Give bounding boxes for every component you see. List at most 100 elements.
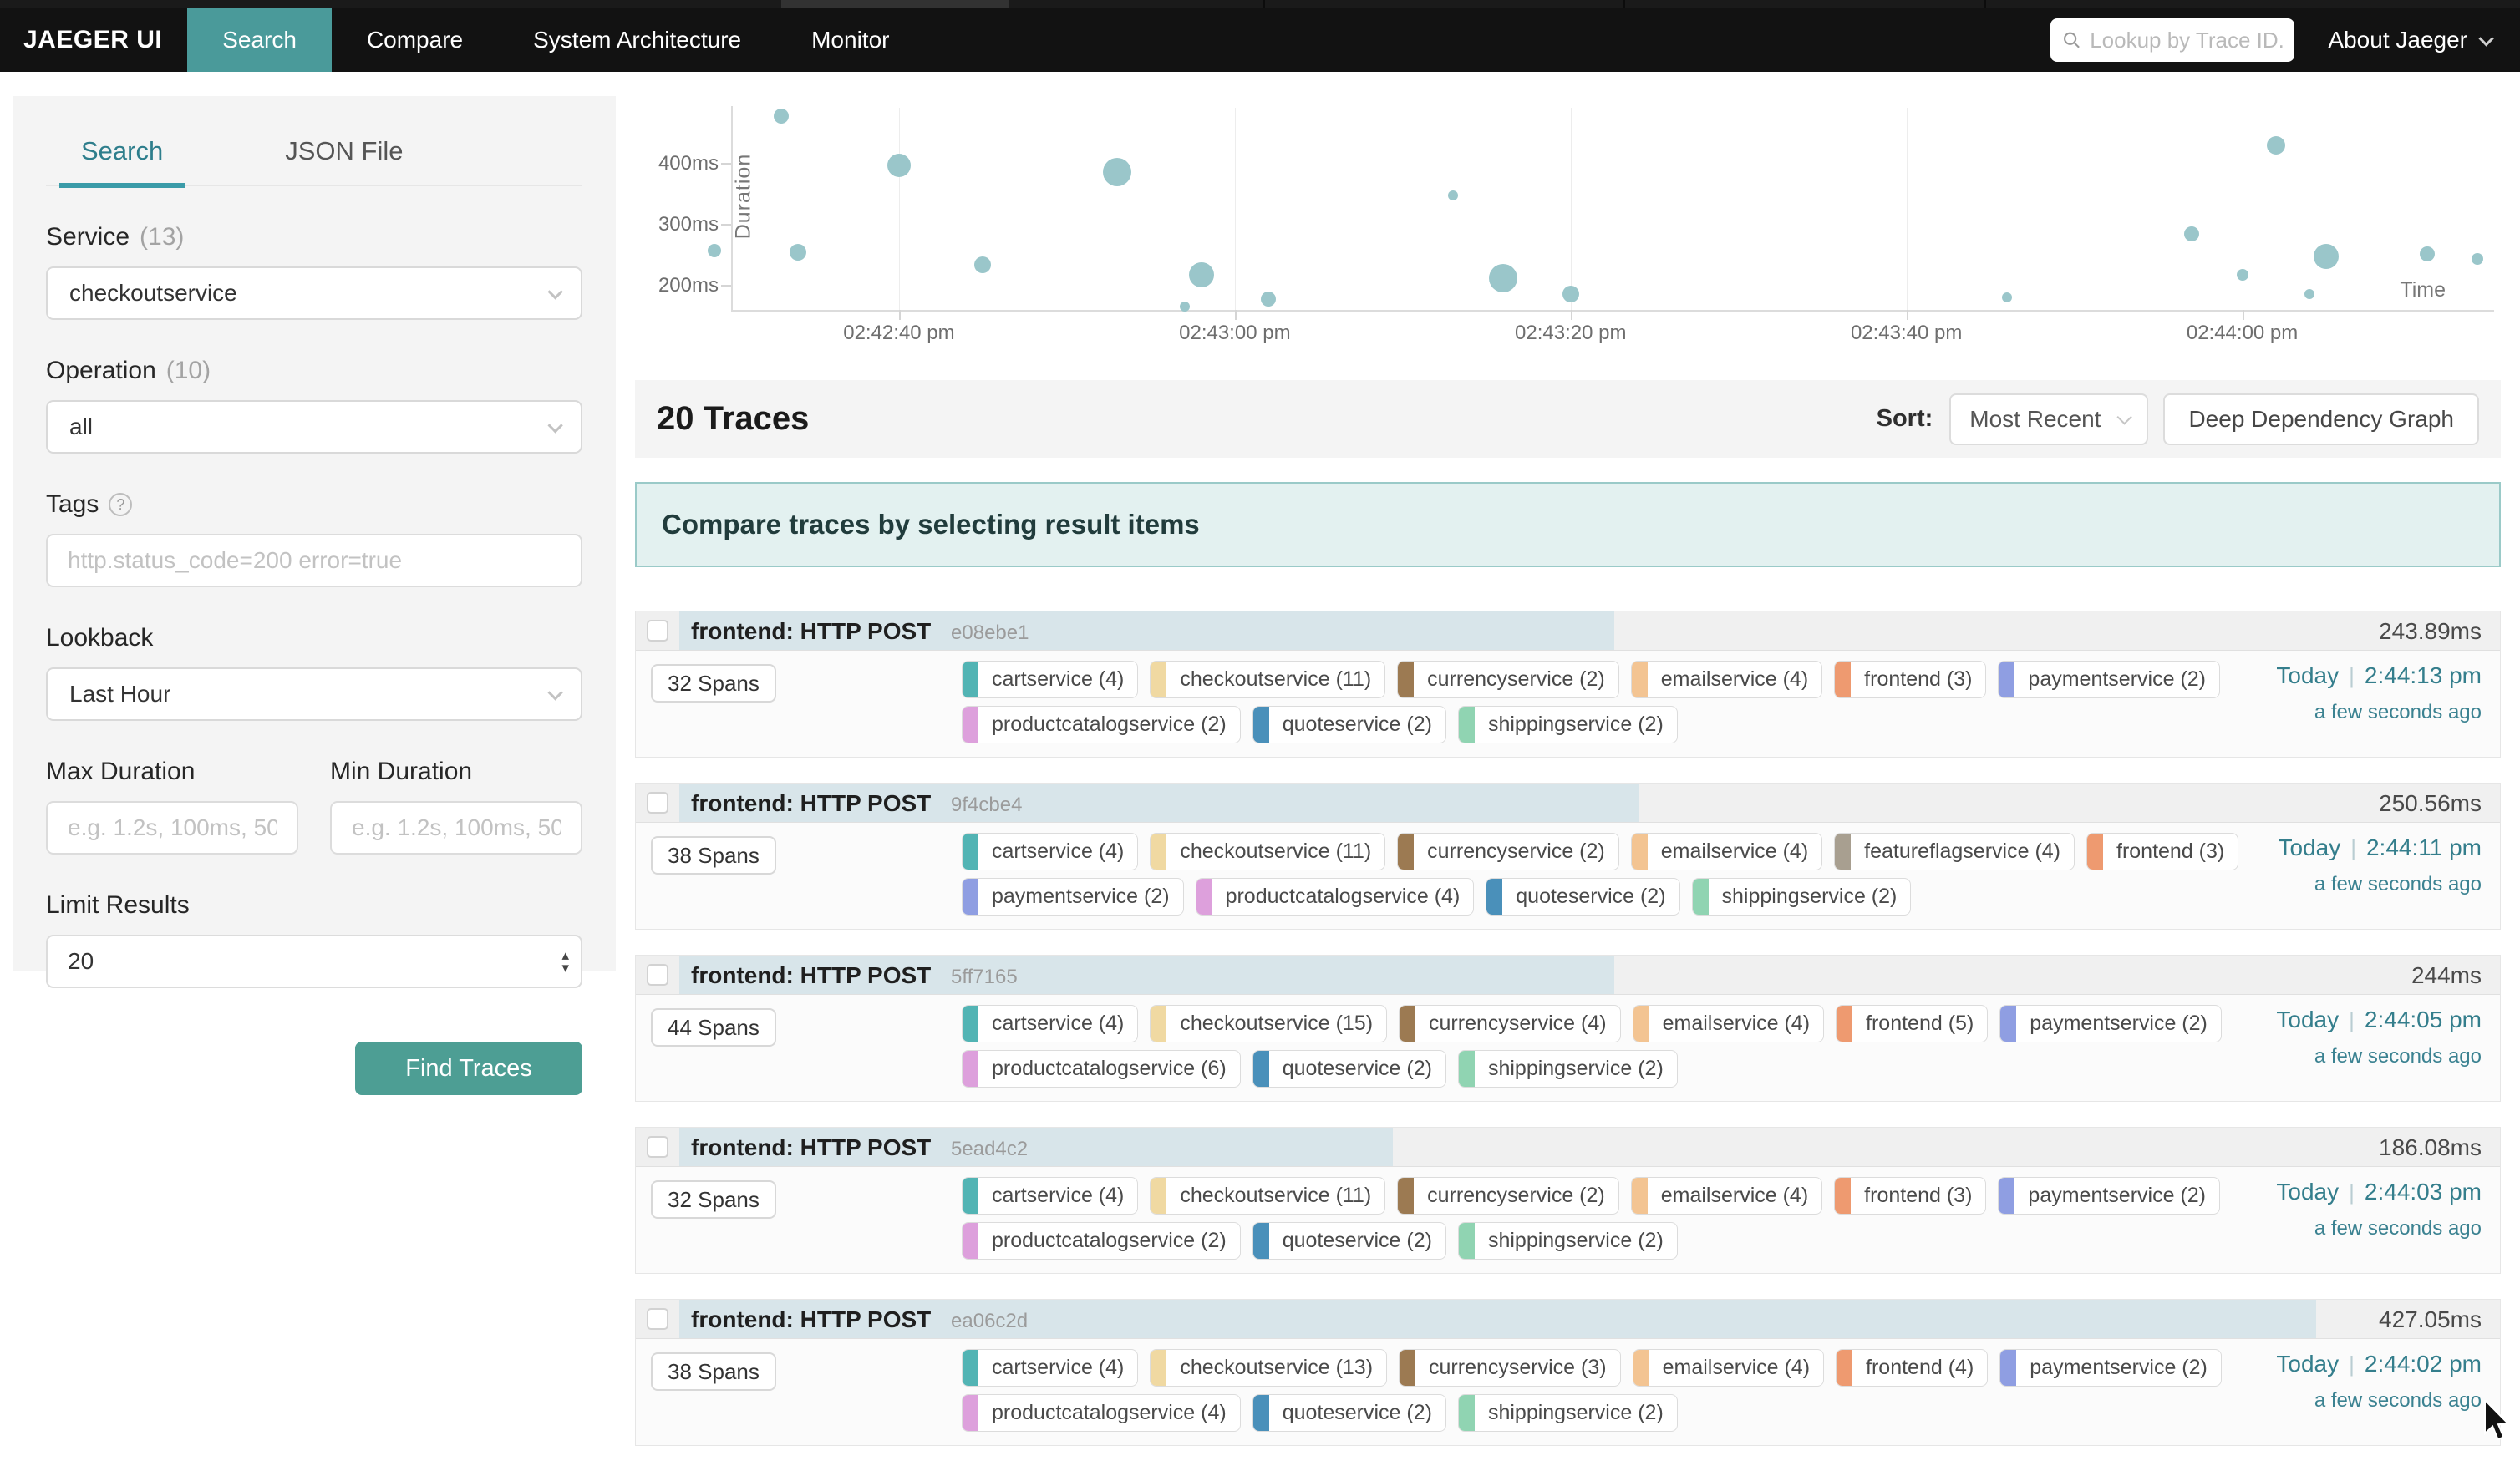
nav-item-monitor[interactable]: Monitor bbox=[776, 8, 924, 72]
trace-title[interactable]: frontend: HTTP POST e08ebe1 bbox=[691, 611, 1029, 652]
trace-scatter-point[interactable] bbox=[2304, 289, 2314, 299]
service-tag[interactable]: quoteservice (2) bbox=[1252, 1394, 1446, 1432]
service-tag[interactable]: currencyservice (3) bbox=[1399, 1349, 1621, 1387]
trace-scatter-point[interactable] bbox=[2420, 246, 2435, 261]
trace-scatter-point[interactable] bbox=[790, 244, 806, 261]
trace-scatter-point[interactable] bbox=[1103, 158, 1131, 186]
service-tag[interactable]: emailservice (4) bbox=[1633, 1349, 1824, 1387]
service-tag[interactable]: productcatalogservice (6) bbox=[962, 1050, 1241, 1088]
help-icon[interactable]: ? bbox=[109, 493, 132, 516]
trace-scatter-point[interactable] bbox=[1489, 264, 1517, 292]
trace-time[interactable]: 2:44:02 pm bbox=[2365, 1351, 2482, 1377]
stepper-down-icon[interactable]: ▾ bbox=[561, 961, 569, 974]
trace-header[interactable]: frontend: HTTP POST ea06c2d 427.05ms bbox=[636, 1300, 2500, 1339]
nav-item-system-architecture[interactable]: System Architecture bbox=[498, 8, 776, 72]
service-tag[interactable]: quoteservice (2) bbox=[1252, 706, 1446, 743]
nav-item-compare[interactable]: Compare bbox=[332, 8, 498, 72]
trace-select-checkbox[interactable] bbox=[647, 792, 668, 814]
service-tag[interactable]: checkoutservice (11) bbox=[1150, 833, 1385, 870]
trace-select-checkbox[interactable] bbox=[647, 620, 668, 642]
trace-result-card[interactable]: frontend: HTTP POST 5ff7165 244ms 44 Spa… bbox=[635, 955, 2501, 1102]
about-jaeger-menu[interactable]: About Jaeger bbox=[2328, 27, 2490, 53]
trace-time[interactable]: 2:44:03 pm bbox=[2365, 1179, 2482, 1205]
trace-date[interactable]: Today bbox=[2276, 1179, 2339, 1205]
service-tag[interactable]: checkoutservice (13) bbox=[1150, 1349, 1387, 1387]
trace-scatter-point[interactable] bbox=[1261, 292, 1276, 307]
trace-time[interactable]: 2:44:11 pm bbox=[2366, 834, 2482, 860]
service-tag[interactable]: cartservice (4) bbox=[962, 661, 1138, 698]
find-traces-button[interactable]: Find Traces bbox=[355, 1042, 582, 1095]
service-tag[interactable]: paymentservice (2) bbox=[1998, 1177, 2220, 1215]
service-tag[interactable]: emailservice (4) bbox=[1631, 661, 1822, 698]
service-tag[interactable]: shippingservice (2) bbox=[1458, 1222, 1678, 1260]
trace-select-checkbox[interactable] bbox=[647, 1308, 668, 1330]
service-tag[interactable]: emailservice (4) bbox=[1631, 1177, 1822, 1215]
service-tag[interactable]: quoteservice (2) bbox=[1252, 1050, 1446, 1088]
service-tag[interactable]: paymentservice (2) bbox=[1999, 1349, 2222, 1387]
min-duration-input[interactable] bbox=[330, 801, 582, 855]
service-tag[interactable]: emailservice (4) bbox=[1631, 833, 1822, 870]
trace-header[interactable]: frontend: HTTP POST 5ead4c2 186.08ms bbox=[636, 1128, 2500, 1167]
trace-scatter-point[interactable] bbox=[2184, 226, 2199, 241]
service-tag[interactable]: shippingservice (2) bbox=[1458, 1394, 1678, 1432]
jaeger-logo[interactable]: JAEGER UI bbox=[0, 8, 187, 72]
service-tag[interactable]: checkoutservice (15) bbox=[1150, 1005, 1387, 1042]
service-tag[interactable]: featureflagservice (4) bbox=[1834, 833, 2075, 870]
trace-date[interactable]: Today bbox=[2276, 1351, 2339, 1377]
trace-result-card[interactable]: frontend: HTTP POST ea06c2d 427.05ms 38 … bbox=[635, 1299, 2501, 1446]
trace-result-card[interactable]: frontend: HTTP POST 5ead4c2 186.08ms 32 … bbox=[635, 1127, 2501, 1274]
trace-time[interactable]: 2:44:05 pm bbox=[2365, 1007, 2482, 1032]
service-tag[interactable]: emailservice (4) bbox=[1633, 1005, 1824, 1042]
service-tag[interactable]: cartservice (4) bbox=[962, 1177, 1138, 1215]
lookback-select[interactable]: Last Hour bbox=[46, 667, 582, 721]
trace-title[interactable]: frontend: HTTP POST 5ff7165 bbox=[691, 956, 1018, 997]
trace-scatter-point[interactable] bbox=[887, 154, 911, 177]
trace-id-lookup-input[interactable] bbox=[2090, 28, 2283, 53]
trace-scatter-point[interactable] bbox=[2314, 244, 2339, 269]
service-tag[interactable]: paymentservice (2) bbox=[962, 878, 1184, 916]
trace-scatter-point[interactable] bbox=[2472, 253, 2483, 265]
service-tag[interactable]: shippingservice (2) bbox=[1458, 1050, 1678, 1088]
service-tag[interactable]: frontend (3) bbox=[2086, 833, 2238, 870]
tab-search[interactable]: Search bbox=[59, 124, 185, 188]
trace-scatter-point[interactable] bbox=[2237, 269, 2248, 281]
tags-input[interactable] bbox=[46, 534, 582, 587]
service-tag[interactable]: checkoutservice (11) bbox=[1150, 1177, 1385, 1215]
trace-header[interactable]: frontend: HTTP POST e08ebe1 243.89ms bbox=[636, 611, 2500, 651]
service-select[interactable]: checkoutservice bbox=[46, 266, 582, 320]
service-tag[interactable]: currencyservice (2) bbox=[1397, 833, 1619, 870]
trace-scatter-point[interactable] bbox=[2267, 136, 2285, 155]
trace-date[interactable]: Today bbox=[2276, 1007, 2339, 1032]
trace-scatter-point[interactable] bbox=[774, 109, 789, 124]
service-tag[interactable]: frontend (3) bbox=[1834, 661, 1986, 698]
service-tag[interactable]: currencyservice (4) bbox=[1399, 1005, 1621, 1042]
service-tag[interactable]: frontend (3) bbox=[1834, 1177, 1986, 1215]
service-tag[interactable]: cartservice (4) bbox=[962, 1349, 1138, 1387]
limit-results-input[interactable] bbox=[46, 935, 582, 988]
trace-title[interactable]: frontend: HTTP POST 9f4cbe4 bbox=[691, 784, 1022, 824]
service-tag[interactable]: productcatalogservice (4) bbox=[1196, 878, 1475, 916]
trace-date[interactable]: Today bbox=[2278, 834, 2340, 860]
service-tag[interactable]: cartservice (4) bbox=[962, 833, 1138, 870]
service-tag[interactable]: shippingservice (2) bbox=[1458, 706, 1678, 743]
trace-header[interactable]: frontend: HTTP POST 9f4cbe4 250.56ms bbox=[636, 784, 2500, 823]
trace-scatter-point[interactable] bbox=[2002, 292, 2012, 302]
trace-scatter-point[interactable] bbox=[1180, 302, 1190, 312]
service-tag[interactable]: paymentservice (2) bbox=[1998, 661, 2220, 698]
trace-result-card[interactable]: frontend: HTTP POST 9f4cbe4 250.56ms 38 … bbox=[635, 783, 2501, 930]
trace-scatter-point[interactable] bbox=[1562, 286, 1579, 302]
number-stepper[interactable]: ▴ ▾ bbox=[561, 949, 569, 974]
trace-scatter-point[interactable] bbox=[1189, 262, 1214, 287]
trace-result-card[interactable]: frontend: HTTP POST e08ebe1 243.89ms 32 … bbox=[635, 611, 2501, 758]
service-tag[interactable]: productcatalogservice (4) bbox=[962, 1394, 1241, 1432]
trace-scatter-point[interactable] bbox=[1448, 190, 1458, 200]
trace-select-checkbox[interactable] bbox=[647, 1136, 668, 1158]
service-tag[interactable]: currencyservice (2) bbox=[1397, 661, 1619, 698]
deep-dependency-graph-button[interactable]: Deep Dependency Graph bbox=[2163, 393, 2479, 445]
service-tag[interactable]: frontend (4) bbox=[1836, 1349, 1988, 1387]
max-duration-input[interactable] bbox=[46, 801, 298, 855]
service-tag[interactable]: quoteservice (2) bbox=[1252, 1222, 1446, 1260]
service-tag[interactable]: paymentservice (2) bbox=[1999, 1005, 2222, 1042]
service-tag[interactable]: productcatalogservice (2) bbox=[962, 706, 1241, 743]
service-tag[interactable]: currencyservice (2) bbox=[1397, 1177, 1619, 1215]
